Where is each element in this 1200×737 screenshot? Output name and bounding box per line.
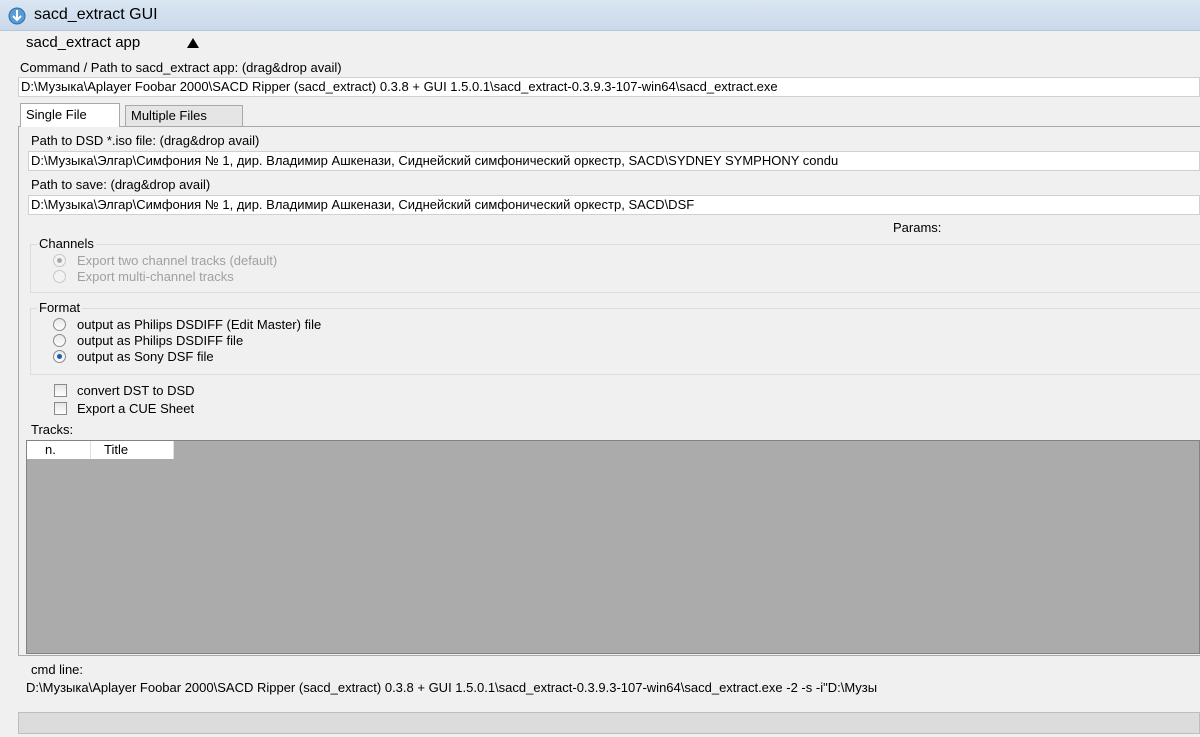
window-title: sacd_extract GUI xyxy=(34,6,158,23)
checkbox-convert-dst[interactable] xyxy=(54,384,67,397)
radio-multi-channel[interactable] xyxy=(53,270,66,283)
tab-single-file[interactable]: Single File xyxy=(20,103,120,127)
checkbox-convert-dst-label: convert DST to DSD xyxy=(77,383,195,398)
checkbox-export-cue[interactable] xyxy=(54,402,67,415)
checkbox-export-cue-label: Export a CUE Sheet xyxy=(77,401,195,416)
radio-two-channel[interactable] xyxy=(53,254,66,267)
cmd-line-label: cmd line: xyxy=(31,662,84,677)
radio-dsdiff-label: output as Philips DSDIFF file xyxy=(77,333,244,348)
radio-dsdiff-edit-master-label: output as Philips DSDIFF (Edit Master) f… xyxy=(77,317,322,332)
save-path-input[interactable]: D:\Музыка\Элгар\Симфония № 1, дир. Влади… xyxy=(28,195,1200,215)
progress-bar xyxy=(18,712,1200,734)
cmd-path-label: Command / Path to sacd_extract app: (dra… xyxy=(20,60,342,75)
iso-path-input[interactable]: D:\Музыка\Элгар\Симфония № 1, дир. Влади… xyxy=(28,151,1200,171)
app-path-input[interactable]: D:\Музыка\Aplayer Foobar 2000\SACD Rippe… xyxy=(18,77,1200,97)
iso-path-label: Path to DSD *.iso file: (drag&drop avail… xyxy=(31,133,260,148)
column-header-title[interactable]: Title xyxy=(91,441,174,459)
cmd-line-text: D:\Музыка\Aplayer Foobar 2000\SACD Rippe… xyxy=(26,680,878,695)
tab-multiple-files[interactable]: Multiple Files xyxy=(125,105,243,126)
triangle-up-icon[interactable] xyxy=(186,37,200,49)
radio-multi-channel-label: Export multi-channel tracks xyxy=(77,269,234,284)
radio-dsf-label: output as Sony DSF file xyxy=(77,349,214,364)
format-group-title: Format xyxy=(37,300,83,315)
radio-dsf[interactable] xyxy=(53,350,66,363)
tracks-label: Tracks: xyxy=(31,422,74,437)
title-bar: sacd_extract GUI xyxy=(0,0,1200,31)
app-section-label[interactable]: sacd_extract app xyxy=(26,34,140,51)
radio-dsdiff-edit-master[interactable] xyxy=(53,318,66,331)
column-header-number[interactable]: n. xyxy=(27,441,91,459)
save-path-label: Path to save: (drag&drop avail) xyxy=(31,177,211,192)
radio-two-channel-label: Export two channel tracks (default) xyxy=(77,253,278,268)
params-label: Params: xyxy=(893,220,942,235)
tracks-list[interactable]: n. Title xyxy=(26,440,1200,654)
channels-group-title: Channels xyxy=(37,236,96,251)
app-icon xyxy=(8,7,26,25)
radio-dsdiff[interactable] xyxy=(53,334,66,347)
